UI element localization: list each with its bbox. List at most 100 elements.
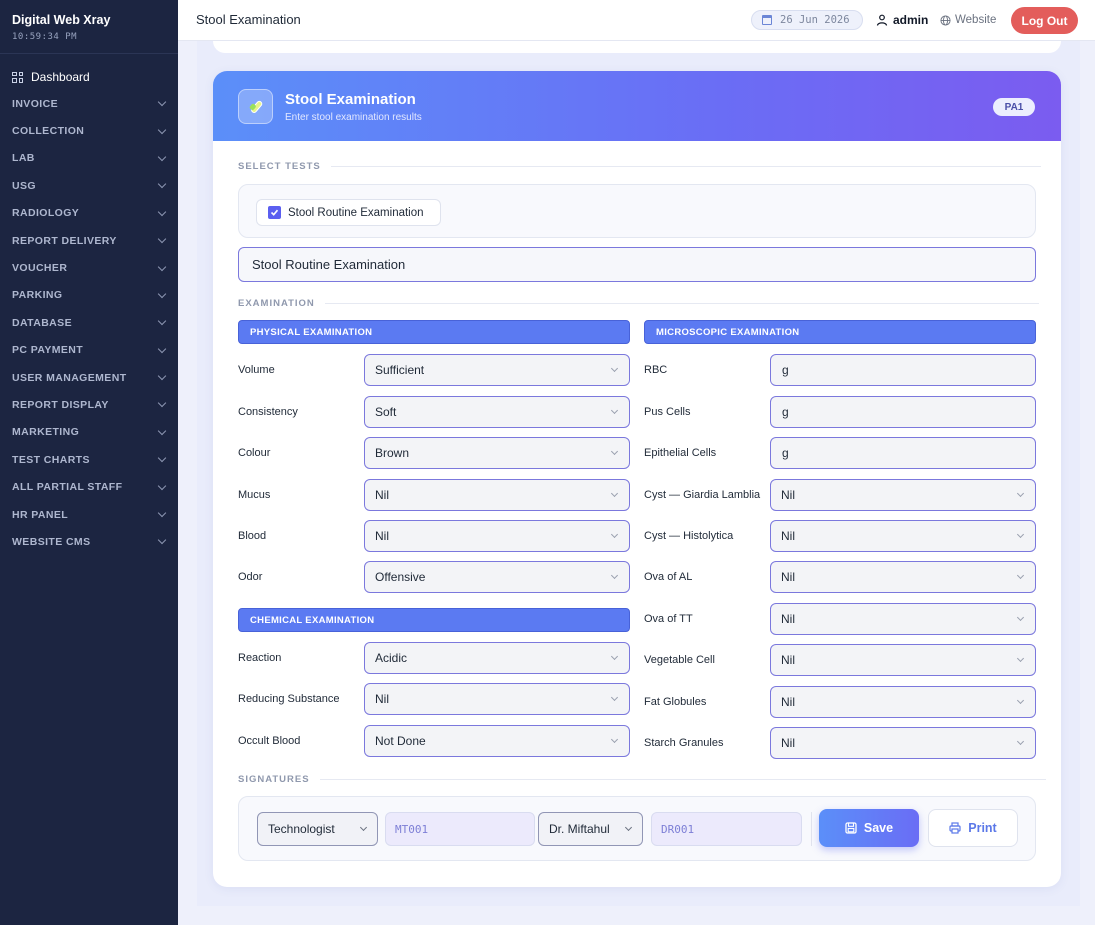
sidebar-item-label: ALL PARTIAL STAFF	[12, 481, 123, 494]
sidebar-item-usg[interactable]: USG	[0, 172, 178, 199]
select-value: Soft	[375, 405, 397, 419]
sidebar-item-label: REPORT DISPLAY	[12, 398, 109, 411]
field-label-vegetable-cell: Vegetable Cell	[644, 654, 715, 666]
physical-exam-header: PHYSICAL EXAMINATION	[238, 320, 630, 344]
sidebar-item-label: USG	[12, 179, 36, 192]
sidebar-item-user-management[interactable]: USER MANAGEMENT	[0, 364, 178, 391]
ova-of-tt-select[interactable]: Nil	[770, 603, 1036, 635]
sidebar-item-all-partial-staff[interactable]: ALL PARTIAL STAFF	[0, 473, 178, 500]
chevron-down-icon	[157, 262, 167, 271]
save-icon	[845, 822, 857, 834]
field-label-ova-of-tt: Ova of TT	[644, 613, 693, 625]
stool-exam-card: Stool Examination Enter stool examinatio…	[213, 71, 1061, 887]
select-value: Nil	[781, 570, 795, 584]
sidebar-item-website-cms[interactable]: WEBSITE CMS	[0, 528, 178, 555]
sidebar-item-report-delivery[interactable]: REPORT DELIVERY	[0, 227, 178, 254]
doctor-select[interactable]: Dr. Miftahul	[538, 812, 643, 846]
cyst-giardia-select[interactable]: Nil	[770, 479, 1036, 511]
chevron-down-icon	[1016, 737, 1025, 746]
chevron-down-icon	[157, 371, 167, 381]
print-label: Print	[968, 821, 997, 835]
select-value: Nil	[375, 488, 389, 502]
fat-globules-select[interactable]: Nil	[770, 686, 1036, 718]
divider	[330, 166, 1041, 167]
field-label-blood: Blood	[238, 530, 267, 542]
divider	[324, 303, 1039, 304]
sidebar-item-label: VOUCHER	[12, 262, 68, 275]
reducing-substance-select[interactable]: Nil	[364, 683, 630, 715]
sidebar-item-report-display[interactable]: REPORT DISPLAY	[0, 391, 178, 418]
date-badge: 26 Jun 2026	[751, 10, 863, 30]
sidebar-item-pc-payment[interactable]: PC PAYMENT	[0, 337, 178, 364]
print-button[interactable]: Print	[928, 809, 1018, 847]
sidebar-item-hr-panel[interactable]: HR PANEL	[0, 501, 178, 528]
chevron-down-icon	[157, 481, 167, 490]
odor-select[interactable]: Offensive	[364, 561, 630, 593]
field-label-mucus: Mucus	[238, 489, 271, 501]
field-label-volume: Volume	[238, 364, 275, 376]
field-label-odor: Odor	[238, 571, 263, 583]
occult-blood-select[interactable]: Not Done	[364, 725, 630, 757]
select-value: Not Done	[375, 734, 426, 748]
colour-select[interactable]: Brown	[364, 437, 630, 469]
chevron-down-icon	[610, 530, 619, 539]
save-label: Save	[863, 821, 894, 835]
sidebar-item-radiology[interactable]: RADIOLOGY	[0, 200, 178, 227]
sidebar-item-marketing[interactable]: MARKETING	[0, 419, 178, 446]
sidebar-item-invoice[interactable]: INVOICE	[0, 90, 178, 117]
starch-granules-select[interactable]: Nil	[770, 727, 1036, 759]
sidebar-item-label: PC PAYMENT	[12, 344, 84, 357]
sidebar-item-voucher[interactable]: VOUCHER	[0, 254, 178, 281]
logout-button[interactable]: Log Out	[1011, 7, 1078, 34]
technologist-select[interactable]: Technologist	[257, 812, 378, 846]
section-select-tests: SELECT TESTS	[238, 161, 1041, 172]
consistency-select[interactable]: Soft	[364, 396, 630, 428]
checkbox-checked-icon[interactable]	[268, 206, 281, 219]
selected-tests-field[interactable]: Stool Routine Examination	[238, 247, 1036, 282]
select-value: Nil	[375, 692, 389, 706]
select-value: Technologist	[268, 822, 335, 836]
sidebar-item-lab[interactable]: LAB	[0, 145, 178, 172]
sidebar-item-test-charts[interactable]: TEST CHARTS	[0, 446, 178, 473]
field-label-consistency: Consistency	[238, 406, 298, 418]
previous-card-edge	[213, 41, 1061, 53]
chevron-down-icon	[610, 364, 619, 373]
save-button[interactable]: Save	[819, 809, 919, 847]
chevron-down-icon	[157, 97, 167, 107]
sidebar-item-collection[interactable]: COLLECTION	[0, 117, 178, 144]
section-examination: EXAMINATION	[238, 298, 1039, 309]
field-label-reaction: Reaction	[238, 652, 282, 664]
sidebar-item-database[interactable]: DATABASE	[0, 309, 178, 336]
epithelial-cells-input[interactable]: g	[770, 437, 1036, 469]
technologist-code-field[interactable]: MT001	[385, 812, 535, 846]
doctor-code-field[interactable]: DR001	[651, 812, 802, 846]
section-label: SELECT TESTS	[238, 161, 321, 172]
select-value: Nil	[781, 653, 795, 667]
chevron-down-icon	[610, 735, 619, 744]
user-icon	[876, 14, 888, 26]
sidebar-item-dashboard[interactable]: Dashboard	[0, 64, 178, 90]
sidebar-item-label: DATABASE	[12, 316, 72, 329]
reaction-select[interactable]: Acidic	[364, 642, 630, 674]
select-value: Nil	[781, 612, 795, 626]
blood-select[interactable]: Nil	[364, 520, 630, 552]
vegetable-cell-select[interactable]: Nil	[770, 644, 1036, 676]
ova-of-al-select[interactable]: Nil	[770, 561, 1036, 593]
pus-cells-input[interactable]: g	[770, 396, 1036, 428]
cyst-histolytica-select[interactable]: Nil	[770, 520, 1036, 552]
clock: 10:59:34 PM	[12, 32, 78, 42]
website-link[interactable]: Website	[940, 14, 996, 26]
website-label: Website	[955, 14, 997, 26]
select-value: Sufficient	[375, 363, 425, 377]
sidebar-item-parking[interactable]: PARKING	[0, 282, 178, 309]
volume-select[interactable]: Sufficient	[364, 354, 630, 386]
select-value: Brown	[375, 446, 410, 460]
mucus-select[interactable]: Nil	[364, 479, 630, 511]
chevron-down-icon	[1016, 489, 1025, 498]
test-checkbox-stool-routine[interactable]: Stool Routine Examination	[256, 199, 441, 226]
field-label-reducing-substance: Reducing Substance	[238, 693, 340, 705]
user-menu[interactable]: admin	[876, 13, 928, 27]
rbc-input[interactable]: g	[770, 354, 1036, 386]
sidebar-item-label: COLLECTION	[12, 125, 85, 138]
field-label-starch-granules: Starch Granules	[644, 737, 724, 749]
